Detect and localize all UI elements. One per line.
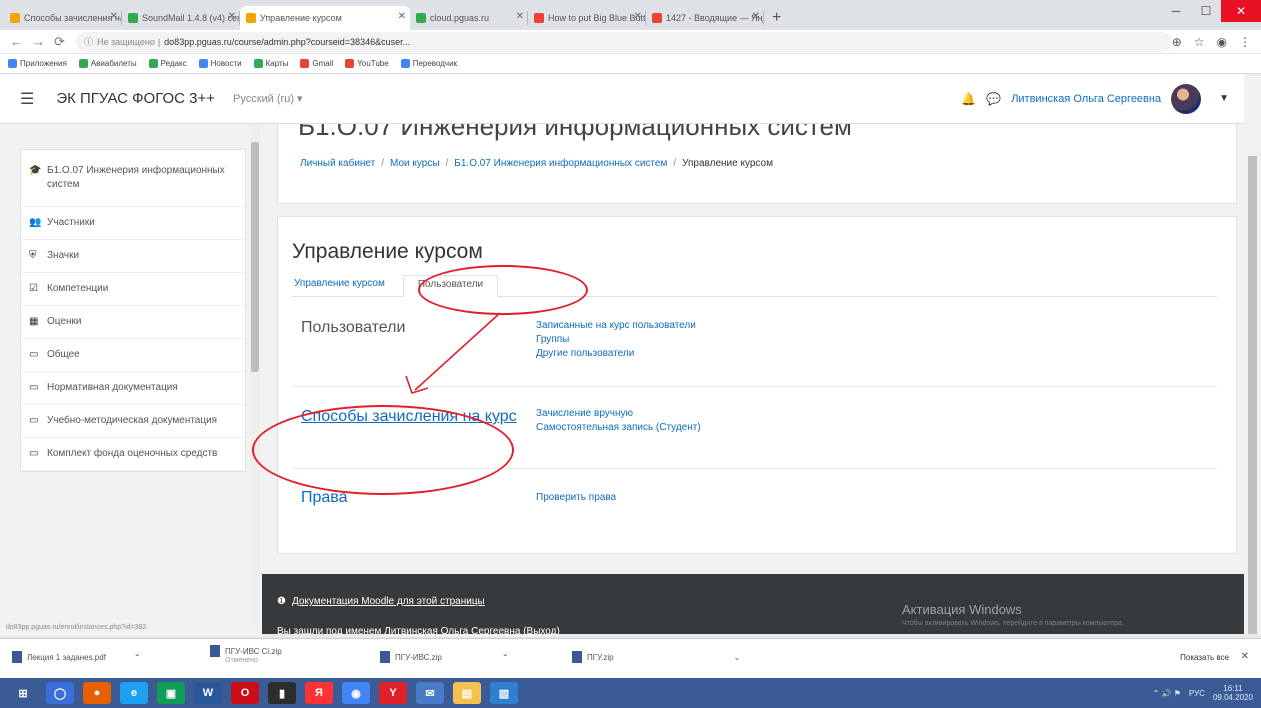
annotation-arrow xyxy=(405,312,501,394)
